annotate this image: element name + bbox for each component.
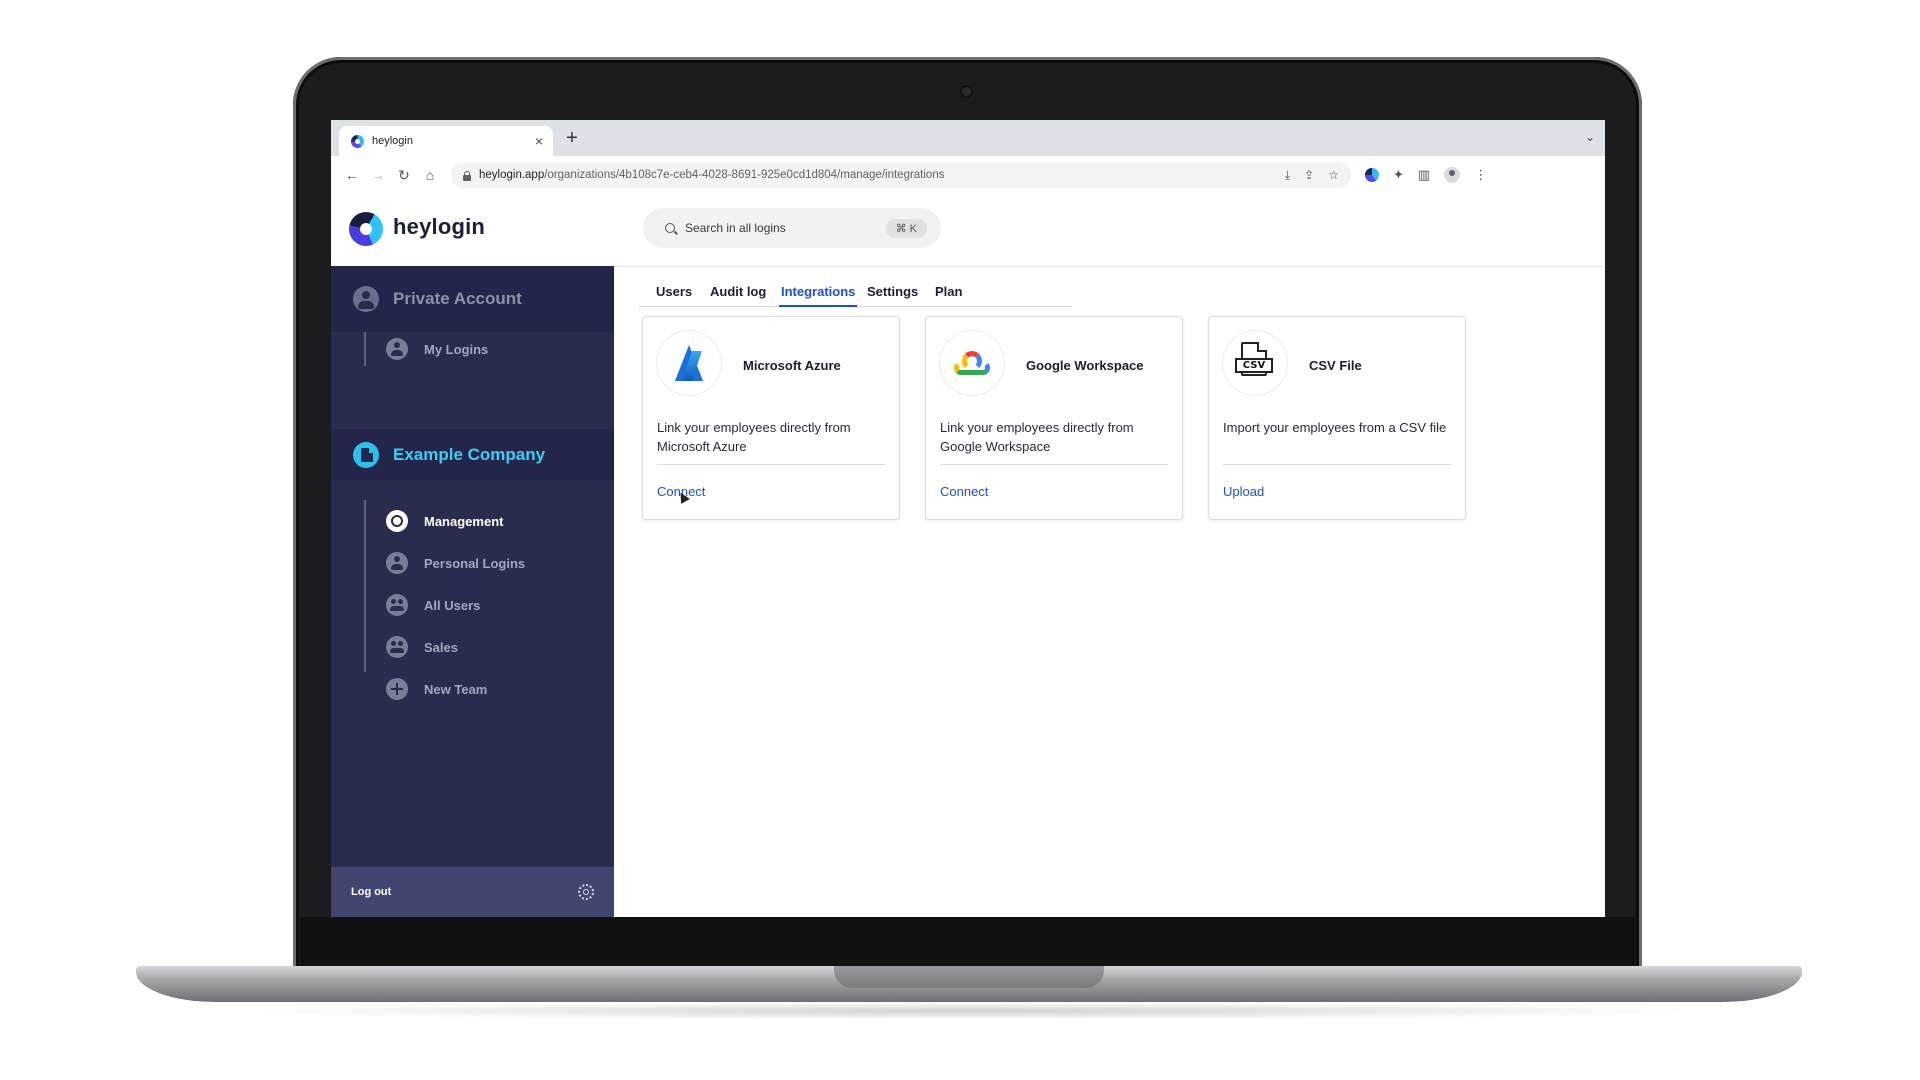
lock-icon[interactable] [463,170,471,181]
sidebar: Private Account My Logins Example Compan… [331,266,614,917]
address-bar[interactable]: heylogin.app/organizations/4b108c7e-ceb4… [451,162,1351,188]
laptop-shadow [220,1002,1720,1020]
connect-google-workspace-button[interactable]: Connect [940,484,988,499]
card-logo [657,331,721,395]
plus-icon [386,678,408,700]
mouse-cursor-icon [678,492,688,506]
extensions-puzzle-icon[interactable]: ✦ [1393,167,1404,183]
sidebar-footer: Log out [331,867,614,917]
tree-line [364,332,366,366]
reload-icon[interactable]: ↻ [391,167,417,184]
tree-line [364,500,366,672]
section-label: Private Account [393,289,522,308]
logo-text[interactable]: heylogin [393,214,485,240]
tab-plan[interactable]: Plan [935,284,962,305]
laptop-bottom-bezel [300,917,1635,967]
bookmark-star-icon[interactable]: ☆ [1328,168,1339,183]
management-tabs: Users Audit log Integrations Settings Pl… [639,278,1072,307]
forward-icon[interactable]: → [365,167,391,183]
sidebar-item-label: Management [424,513,504,529]
card-logo [940,331,1004,395]
sidebar-item-label: New Team [424,681,488,697]
sidebar-item-label: My Logins [424,341,489,357]
gear-icon [386,510,408,532]
card-divider [657,464,885,465]
card-description: Import your employees from a CSV file [1223,420,1447,435]
card-divider [1223,464,1451,465]
url-host: heylogin.app [479,169,545,181]
tab-users[interactable]: Users [656,284,692,305]
side-panel-icon[interactable]: ▥ [1418,167,1430,183]
tab-integrations[interactable]: Integrations [779,284,858,307]
card-title: CSV File [1309,358,1362,373]
integration-card-azure: Microsoft Azure Link your employees dire… [642,316,900,520]
home-icon[interactable]: ⌂ [417,167,443,183]
profile-avatar-icon[interactable] [1444,167,1461,183]
person-icon [386,552,408,574]
browser-toolbar: ← → ↻ ⌂ heylogin.app/organizations/4b108… [331,156,1605,195]
person-icon [386,338,408,360]
camera [962,87,971,96]
card-title: Google Workspace [1026,358,1144,373]
share-icon[interactable]: ⇪ [1304,168,1314,183]
heylogin-extension-icon[interactable] [1365,168,1379,182]
laptop-notch [834,966,1104,988]
heylogin-favicon-icon [351,134,364,148]
sidebar-item-label: Sales [424,639,458,655]
app-header: heylogin Search in all logins ⌘ K [331,194,1605,267]
search-shortcut-badge: ⌘ K [885,218,927,238]
card-description: Link your employees directly from Google… [940,420,1134,454]
sidebar-section-example-company[interactable]: Example Company [331,429,614,480]
sidebar-item-new-team[interactable]: New Team [386,674,487,704]
upload-csv-button[interactable]: Upload [1223,484,1264,499]
card-title: Microsoft Azure [743,358,841,373]
tab-search-chevron-icon[interactable]: ⌄ [1585,130,1595,144]
sidebar-item-personal-logins[interactable]: Personal Logins [386,548,525,578]
search-input[interactable]: Search in all logins ⌘ K [643,208,941,248]
group-icon [386,594,408,616]
sidebar-item-all-users[interactable]: All Users [386,590,480,620]
integration-card-csv: CSV CSV File Import your employees from … [1208,316,1466,520]
csv-file-icon-label: CSV [1235,358,1273,373]
close-tab-icon[interactable]: × [535,133,543,149]
search-placeholder: Search in all logins [685,221,786,235]
integration-card-google-workspace: Google Workspace Link your employees dir… [925,316,1183,520]
sidebar-item-management[interactable]: Management [386,506,503,536]
search-icon [665,223,675,233]
sidebar-item-label: Personal Logins [424,555,526,571]
new-tab-button[interactable]: + [560,126,584,150]
tab-audit-log[interactable]: Audit log [710,284,766,305]
sidebar-item-label: All Users [424,597,481,613]
company-building-icon [353,441,379,468]
sidebar-section-private-account[interactable]: Private Account [331,266,614,332]
sidebar-item-sales[interactable]: Sales [386,632,458,662]
sidebar-item-my-logins[interactable]: My Logins [386,334,488,364]
browser-tab-strip: heylogin × + ⌄ [331,120,1605,156]
group-icon [386,636,408,658]
section-label: Example Company [393,444,546,464]
heylogin-logo-icon[interactable] [349,212,383,246]
tab-title: heylogin [372,135,413,147]
settings-gear-icon[interactable] [578,884,594,900]
card-description: Link your employees directly from Micros… [657,420,851,454]
card-logo: CSV [1223,331,1287,395]
back-icon[interactable]: ← [339,167,365,183]
google-cloud-icon [954,351,990,375]
logout-button[interactable]: Log out [351,886,391,898]
tab-settings[interactable]: Settings [867,284,918,305]
account-person-icon [353,286,379,312]
browser-tab[interactable]: heylogin × [339,126,553,156]
card-divider [940,464,1168,465]
install-app-icon[interactable]: ⤓ [1285,168,1290,183]
browser-menu-icon[interactable]: ⋮ [1474,167,1487,183]
screen: heylogin × + ⌄ ← → ↻ ⌂ heylogin.app/orga… [331,120,1605,917]
url-path: /organizations/4b108c7e-ceb4-4028-8691-9… [544,169,945,181]
